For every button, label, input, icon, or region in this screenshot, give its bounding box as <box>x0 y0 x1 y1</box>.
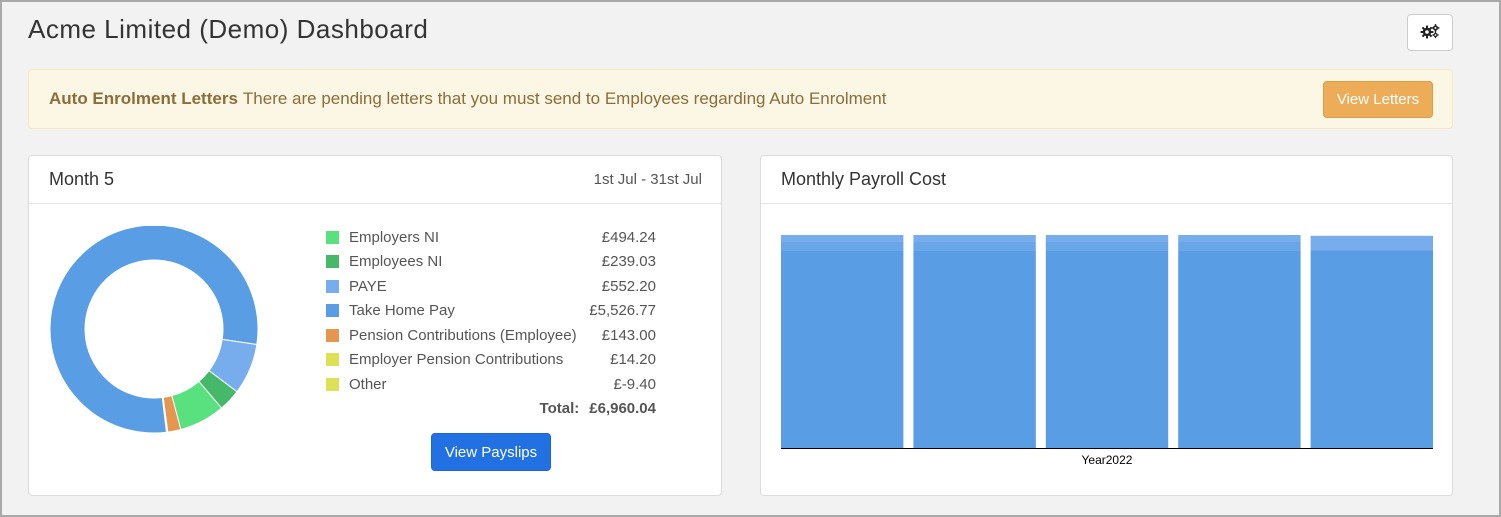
legend-swatch <box>326 279 339 293</box>
legend-value: £-9.40 <box>613 375 656 393</box>
page-title: Acme Limited (Demo) Dashboard <box>28 14 429 44</box>
legend-value: £14.20 <box>610 351 656 369</box>
view-letters-button[interactable]: View Letters <box>1323 81 1433 118</box>
legend-label: Employees NI <box>349 253 443 271</box>
legend-item: Employer Pension Contributions £14.20 <box>326 348 656 373</box>
legend-swatch <box>326 377 339 391</box>
legend-value: £494.24 <box>601 228 656 246</box>
bar-segment <box>1045 241 1169 251</box>
legend-swatch <box>326 328 339 342</box>
bar-segment <box>1310 235 1433 251</box>
legend-item: PAYE £552.20 <box>326 274 656 299</box>
legend-label: Other <box>349 375 387 393</box>
legend-swatch <box>326 230 339 244</box>
bar-segment <box>1178 235 1301 242</box>
total-label: Total: <box>539 400 580 418</box>
payroll-panel-header: Monthly Payroll Cost <box>761 156 1452 204</box>
bar-segment <box>913 250 1036 448</box>
bar-segment <box>781 235 904 242</box>
bar-segment <box>781 241 904 251</box>
donut-legend: Employers NI £494.24 Employees NI £239.03 PA… <box>326 225 656 421</box>
view-payslips-button[interactable]: View Payslips <box>431 433 551 471</box>
bar-segment <box>1178 241 1301 251</box>
legend-label: Pension Contributions (Employee) <box>349 326 577 344</box>
payroll-donut-chart <box>49 226 259 434</box>
legend-value: £143.00 <box>601 326 656 344</box>
legend-label: Employer Pension Contributions <box>349 351 564 369</box>
legend-item: Pension Contributions (Employee) £143.00 <box>326 323 656 348</box>
alert-message: There are pending letters that you must … <box>242 89 887 108</box>
legend-value: £5,526.77 <box>589 302 656 320</box>
legend-swatch <box>326 353 339 367</box>
legend-item: Employees NI £239.03 <box>326 250 656 275</box>
legend-swatch <box>326 304 339 318</box>
month-panel-title: Month 5 <box>49 169 115 189</box>
legend-value: £239.03 <box>601 253 656 271</box>
bar-segment <box>1045 235 1169 242</box>
bar-segment <box>1045 250 1169 448</box>
legend-item: Other £-9.40 <box>326 372 656 397</box>
legend-total-row: Total: £6,960.04 <box>326 397 656 422</box>
legend-label: Employers NI <box>349 228 440 246</box>
bar-segment <box>1178 250 1301 448</box>
bar-segment <box>781 250 904 448</box>
x-axis-label: Year2022 <box>1082 453 1133 467</box>
legend-label: Take Home Pay <box>349 302 455 320</box>
gears-icon <box>1420 23 1440 42</box>
legend-swatch <box>326 255 339 269</box>
bar-segment <box>913 235 1036 242</box>
month-date-range: 1st Jul - 31st Jul <box>593 171 702 188</box>
total-value: £6,960.04 <box>589 400 656 418</box>
bar-segment <box>913 241 1036 251</box>
legend-item: Take Home Pay £5,526.77 <box>326 299 656 324</box>
payroll-panel-title: Monthly Payroll Cost <box>781 169 947 189</box>
month-panel-header: Month 5 1st Jul - 31st Jul <box>29 156 721 204</box>
alert-title: Auto Enrolment Letters <box>49 89 238 108</box>
payroll-panel: Monthly Payroll Cost Year2022 <box>760 155 1453 496</box>
legend-value: £552.20 <box>601 277 656 295</box>
bar-segment <box>1310 250 1433 448</box>
month-panel: Month 5 1st Jul - 31st Jul Employers NI £… <box>28 155 722 496</box>
settings-button[interactable] <box>1407 14 1453 51</box>
auto-enrolment-alert: Auto Enrolment Letters There are pending… <box>28 69 1453 129</box>
legend-item: Employers NI £494.24 <box>326 225 656 250</box>
monthly-payroll-bar-chart: Year2022 <box>781 235 1433 467</box>
legend-label: PAYE <box>349 277 387 295</box>
